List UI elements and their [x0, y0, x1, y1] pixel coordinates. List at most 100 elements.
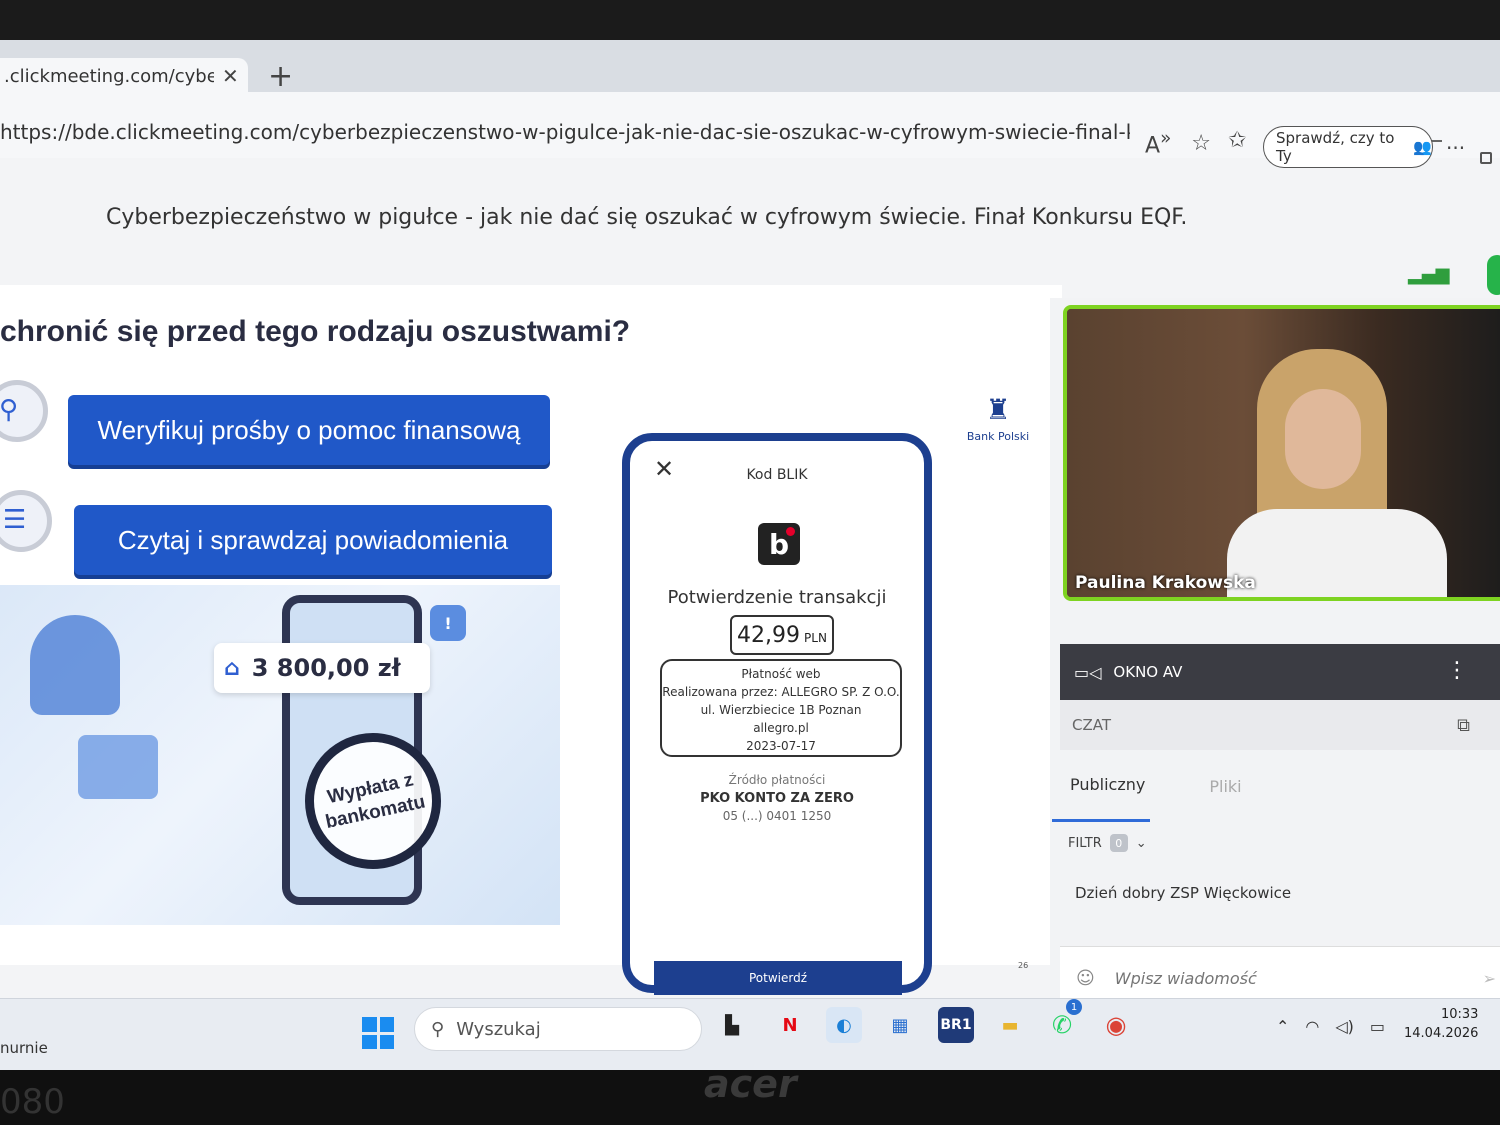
av-window-label: OKNO AV: [1113, 663, 1183, 681]
br1-app-icon[interactable]: BR1: [938, 1007, 974, 1043]
blik-logo-icon: b: [758, 523, 800, 565]
slide-page-number: 26: [1018, 961, 1029, 970]
signal-strength-icon: ▂▄▆: [1408, 264, 1450, 285]
amount-notification: ⌂ 3 800,00 zł: [214, 643, 430, 693]
blik-account: 05 (...) 0401 1250: [722, 809, 832, 823]
wifi-icon[interactable]: ◠: [1305, 1017, 1319, 1036]
pko-label: Bank Polski: [966, 430, 1030, 443]
favorite-star-icon[interactable]: ☆: [1191, 131, 1211, 156]
system-tray: ⌃ ◠ ◁) ▭: [1276, 1017, 1385, 1036]
whatsapp-badge: 1: [1066, 999, 1082, 1015]
blik-phone-mockup: ✕ Kod BLIK b Potwierdzenie transakcji 42…: [622, 433, 932, 995]
taskbar-search[interactable]: ⚲ Wyszukaj: [414, 1007, 702, 1051]
filter-count-badge: 0: [1109, 834, 1128, 852]
bank-icon: ⌂: [224, 655, 240, 681]
send-icon[interactable]: ➢: [1483, 969, 1496, 988]
blik-details: Płatność web Realizowana przez: ALLEGRO …: [660, 659, 902, 757]
store-icon[interactable]: ▦: [882, 1007, 918, 1043]
task-view-icon[interactable]: ▙: [714, 1007, 750, 1043]
file-explorer-icon[interactable]: ▬: [992, 1007, 1028, 1043]
chat-filter[interactable]: FILTR 0 ⌄: [1068, 834, 1147, 852]
url-field[interactable]: https://bde.clickmeeting.com/cyberbezpie…: [0, 120, 1130, 144]
battery-icon[interactable]: ▭: [1370, 1017, 1385, 1036]
tab-bar: .clickmeeting.com/cyberb ✕ +: [0, 40, 1500, 94]
close-icon[interactable]: ✕: [222, 64, 239, 88]
blik-confirm-button: Potwierdź: [654, 961, 902, 995]
volume-icon[interactable]: ◁): [1335, 1017, 1354, 1036]
new-tab-button[interactable]: +: [268, 62, 293, 92]
read-notifications-button: Czytaj i sprawdzaj powiadomienia: [74, 505, 552, 575]
speaker-video[interactable]: Paulina Krakowska: [1063, 305, 1500, 601]
slide-heading: chronić się przed tego rodzaju oszustwam…: [0, 315, 631, 348]
alert-icon: !: [430, 605, 466, 641]
filter-label: FILTR: [1068, 835, 1102, 851]
check-pill-label: Sprawdź, czy to Ty: [1276, 129, 1395, 165]
chevron-up-icon[interactable]: ⌃: [1276, 1017, 1289, 1036]
speaker-name: Paulina Krakowska: [1075, 573, 1256, 593]
blik-detail-line: 2023-07-17: [746, 739, 816, 753]
edge-icon[interactable]: ◐: [826, 1007, 862, 1043]
blik-detail-line: Płatność web: [741, 667, 821, 681]
maximize-icon[interactable]: [1480, 152, 1492, 164]
blik-amount-value: 42,99: [737, 622, 801, 648]
chat-message: Dzień dobry ZSP Więckowice: [1075, 884, 1292, 902]
clock[interactable]: 10:33 14.04.2026: [1404, 1005, 1478, 1043]
check-identity-button[interactable]: Sprawdź, czy to Ty 👥: [1263, 126, 1433, 168]
chrome-icon[interactable]: ◉: [1098, 1007, 1134, 1043]
screen: .clickmeeting.com/cyberb ✕ + https://bde…: [0, 40, 1500, 1070]
blik-header: Kod BLIK: [746, 467, 808, 483]
clock-date: 14.04.2026: [1404, 1026, 1479, 1041]
blik-confirm-title: Potwierdzenie transakcji: [667, 587, 887, 608]
netflix-icon[interactable]: N: [772, 1007, 808, 1043]
pko-logo: ♜ Bank Polski: [966, 393, 1030, 443]
camera-icon: ▭◁: [1074, 662, 1102, 682]
verify-badge: ⚲: [0, 380, 48, 442]
kebab-menu-icon[interactable]: ⋮: [1446, 658, 1468, 683]
clock-time: 10:33: [1440, 1007, 1479, 1022]
chat-header: CZAT ⧉: [1060, 700, 1500, 750]
blik-source-label: Źródło płatności: [728, 773, 826, 787]
blik-source: PKO KONTO ZA ZERO: [700, 791, 854, 806]
notifications-badge: ☰: [0, 490, 52, 552]
verify-requests-button: Weryfikuj prośby o pomoc finansową: [68, 395, 550, 465]
chat-header-label: CZAT: [1072, 716, 1112, 734]
bell-icon: [30, 615, 120, 715]
av-window-bar[interactable]: ▭◁ OKNO AV ⋮: [1060, 644, 1500, 700]
tab-public[interactable]: Publiczny: [1051, 775, 1151, 822]
taskbar-side-label: nurnie: [0, 1039, 48, 1057]
blik-amount: 42,99 PLN: [730, 615, 834, 655]
search-icon: ⚲: [431, 1018, 445, 1040]
search-placeholder: Wyszukaj: [456, 1018, 541, 1040]
emoji-icon[interactable]: ☺: [1076, 968, 1095, 989]
blik-currency: PLN: [804, 631, 827, 645]
meeting-title: Cyberbezpieczeństwo w pigułce - jak nie …: [106, 205, 1188, 230]
speaker-jacket: [1227, 509, 1447, 597]
speaker-face: [1285, 389, 1361, 489]
chat-tabs: Publiczny Pliki: [1051, 752, 1500, 822]
tab-title: .clickmeeting.com/cyberb: [4, 65, 214, 87]
fraud-illustration: ⌂ 3 800,00 zł ! Wypłata z bankomatu: [0, 585, 560, 925]
document-icon: ☰: [3, 505, 27, 535]
tab-files[interactable]: Pliki: [1209, 777, 1241, 796]
more-menu-icon[interactable]: ···: [1446, 136, 1465, 160]
status-indicator: [1487, 255, 1500, 295]
pko-emblem-icon: ♜: [985, 393, 1011, 426]
amount-value: 3 800,00 zł: [251, 654, 401, 682]
person-search-icon: ⚲: [0, 395, 19, 425]
windows-taskbar: nurnie ⚲ Wyszukaj ▙ N ◐ ▦ BR1 ▬ ✆ 1 ◉ ⌃ …: [0, 998, 1500, 1070]
read-aloud-icon[interactable]: A»: [1145, 128, 1171, 158]
favorites-icon[interactable]: ✩: [1228, 128, 1246, 153]
start-button[interactable]: [362, 1017, 394, 1049]
presentation-slide: chronić się przed tego rodzaju oszustwam…: [0, 285, 1062, 995]
people-icon: 👥: [1413, 138, 1432, 156]
blik-detail-line: Realizowana przez: ALLEGRO SP. Z O.O.: [662, 685, 900, 699]
chat-message-input[interactable]: [1114, 969, 1415, 988]
popout-icon[interactable]: ⧉: [1457, 715, 1470, 736]
speaker-figure: [1227, 349, 1447, 597]
brand-logo: acer: [704, 1062, 797, 1106]
calculator-icon: [78, 735, 158, 799]
chevron-down-icon[interactable]: ⌄: [1136, 836, 1147, 851]
browser-tab[interactable]: .clickmeeting.com/cyberb ✕: [0, 58, 248, 94]
blik-detail-line: allegro.pl: [753, 721, 809, 735]
blik-detail-line: ul. Wierzbiecice 1B Poznan: [700, 703, 862, 717]
